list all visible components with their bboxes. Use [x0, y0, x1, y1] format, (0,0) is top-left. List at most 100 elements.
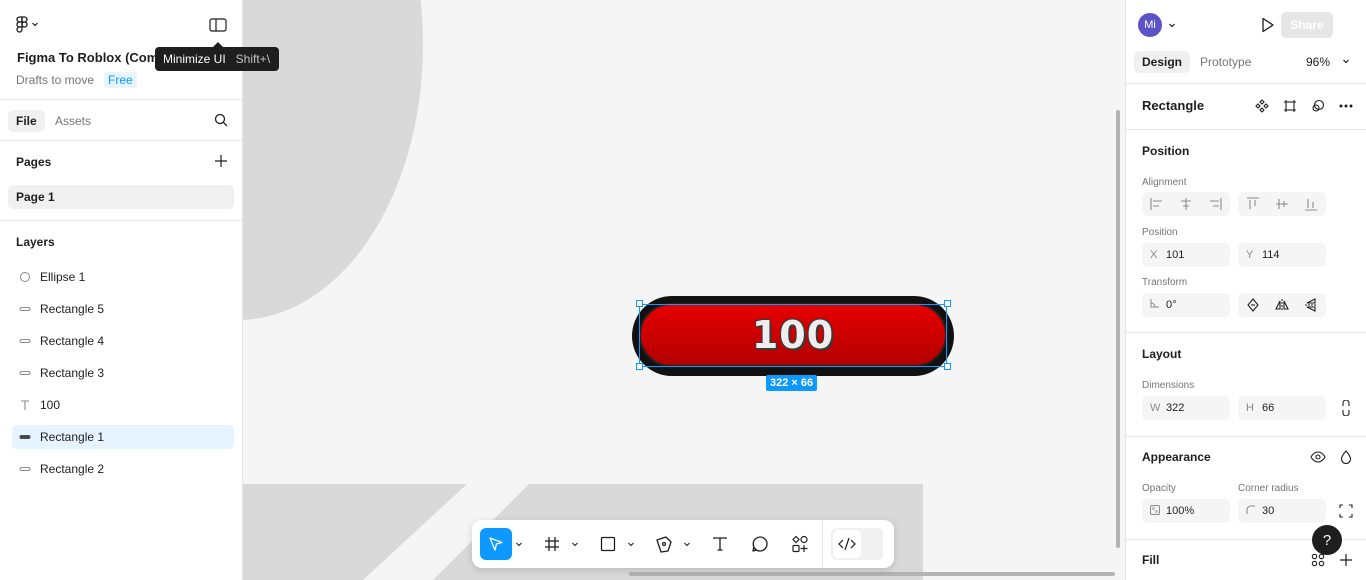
layer-name[interactable]: Rectangle: [1142, 98, 1204, 113]
constrain-proportions-button[interactable]: [1334, 396, 1358, 420]
layer-item[interactable]: 100: [12, 393, 234, 417]
frame-selection-button[interactable]: [1278, 94, 1302, 118]
align-bottom-button[interactable]: [1296, 192, 1325, 216]
layer-item-selected[interactable]: Rectangle 1: [12, 425, 234, 449]
comment-tool-button[interactable]: [744, 528, 776, 560]
align-center-button[interactable]: [1171, 192, 1200, 216]
rectangle-icon: [18, 302, 32, 316]
comment-icon: [752, 536, 768, 552]
pen-tool-dropdown[interactable]: [680, 528, 694, 560]
chevron-down-icon[interactable]: [1342, 57, 1350, 65]
share-button[interactable]: Share: [1281, 12, 1333, 38]
divider: [1126, 436, 1366, 437]
help-button[interactable]: ?: [1312, 525, 1342, 555]
layer-item[interactable]: Rectangle 3: [12, 361, 234, 385]
layer-item[interactable]: Ellipse 1: [12, 265, 234, 289]
blend-mode-button[interactable]: [1334, 445, 1358, 469]
width-field[interactable]: W 322: [1142, 396, 1230, 420]
rotation-field[interactable]: 0°: [1142, 293, 1230, 317]
layer-label: Rectangle 5: [40, 302, 105, 316]
mask-button[interactable]: [1306, 94, 1330, 118]
pages-title: Pages: [16, 155, 52, 169]
file-title[interactable]: Figma To Roblox (Community): [17, 50, 157, 65]
resize-handle[interactable]: [944, 363, 951, 370]
plan-badge: Free: [104, 72, 137, 88]
drop-icon: [1340, 450, 1352, 464]
component-button[interactable]: [1250, 94, 1274, 118]
cursor-icon: [489, 537, 503, 551]
width-value: 322: [1166, 402, 1185, 414]
align-middle-button[interactable]: [1267, 192, 1296, 216]
minimize-ui-button[interactable]: [206, 14, 230, 36]
layer-item[interactable]: Rectangle 4: [12, 329, 234, 353]
corner-radius-icon: [1246, 505, 1255, 517]
rotate-button[interactable]: [1238, 293, 1267, 317]
drafts-link[interactable]: Drafts to move: [16, 73, 94, 87]
avatar[interactable]: Mi: [1138, 13, 1162, 37]
opacity-label: Opacity: [1142, 483, 1176, 494]
move-tool-dropdown[interactable]: [512, 528, 526, 560]
y-position-field[interactable]: Y 114: [1238, 243, 1326, 267]
play-icon: [1262, 17, 1274, 33]
plus-icon: [1340, 554, 1352, 566]
add-page-button[interactable]: [209, 149, 233, 173]
flip-horizontal-button[interactable]: [1267, 293, 1296, 317]
dev-mode-toggle[interactable]: [831, 528, 883, 560]
styles-icon: [1311, 553, 1325, 567]
flip-vertical-button[interactable]: [1296, 293, 1325, 317]
search-button[interactable]: [209, 108, 233, 132]
frame-tool-button[interactable]: [536, 528, 568, 560]
x-position-field[interactable]: X 101: [1142, 243, 1230, 267]
independent-corners-button[interactable]: [1334, 499, 1358, 523]
align-top-button[interactable]: [1238, 192, 1267, 216]
layer-item[interactable]: Rectangle 2: [12, 457, 234, 481]
actions-button[interactable]: [784, 528, 816, 560]
horizontal-scrollbar[interactable]: [629, 572, 1115, 576]
alignment-label: Alignment: [1142, 177, 1187, 188]
y-prefix: Y: [1246, 249, 1254, 261]
zoom-level[interactable]: 96%: [1306, 55, 1330, 69]
divider: [0, 99, 242, 100]
height-field[interactable]: H 66: [1238, 396, 1326, 420]
expand-corners-icon: [1339, 504, 1353, 518]
present-button[interactable]: [1256, 13, 1280, 37]
corner-radius-field[interactable]: 30: [1238, 499, 1326, 523]
move-tool-button[interactable]: [480, 528, 512, 560]
pen-icon: [656, 536, 672, 553]
rectangle-icon: [18, 334, 32, 348]
chevron-down-icon: [572, 542, 578, 547]
layer-item[interactable]: Rectangle 5: [12, 297, 234, 321]
w-prefix: W: [1150, 402, 1161, 414]
main-menu-button[interactable]: [12, 12, 48, 36]
tab-assets[interactable]: Assets: [47, 110, 99, 132]
frame-tool-dropdown[interactable]: [568, 528, 582, 560]
align-left-button[interactable]: [1142, 192, 1171, 216]
layers-title: Layers: [16, 235, 55, 249]
selection-size-label: 322 × 66: [766, 375, 818, 391]
align-horizontal-center-icon: [1180, 198, 1191, 210]
vertical-scrollbar[interactable]: [1116, 110, 1120, 548]
chevron-down-icon: [684, 542, 690, 547]
resize-handle[interactable]: [636, 363, 643, 370]
tab-file[interactable]: File: [8, 110, 45, 132]
pen-tool-button[interactable]: [648, 528, 680, 560]
chevron-down-icon[interactable]: [1168, 21, 1176, 29]
add-fill-button[interactable]: [1334, 548, 1358, 572]
shape-tool-button[interactable]: [592, 528, 624, 560]
shape-tool-dropdown[interactable]: [624, 528, 638, 560]
align-right-button[interactable]: [1200, 192, 1229, 216]
corner-radius-label: Corner radius: [1238, 483, 1299, 494]
canvas[interactable]: 100 322 × 66: [243, 0, 1125, 580]
tab-prototype[interactable]: Prototype: [1192, 51, 1259, 73]
opacity-field[interactable]: 100%: [1142, 499, 1230, 523]
visibility-button[interactable]: [1306, 445, 1330, 469]
align-bottom-icon: [1304, 199, 1317, 211]
tab-design[interactable]: Design: [1134, 51, 1191, 73]
page-item[interactable]: Page 1: [8, 185, 234, 209]
more-options-button[interactable]: [1334, 94, 1358, 118]
resize-handle[interactable]: [944, 300, 951, 307]
resize-handle[interactable]: [636, 300, 643, 307]
divider: [1126, 83, 1366, 84]
layer-label: 100: [40, 398, 61, 412]
text-tool-button[interactable]: [704, 528, 736, 560]
